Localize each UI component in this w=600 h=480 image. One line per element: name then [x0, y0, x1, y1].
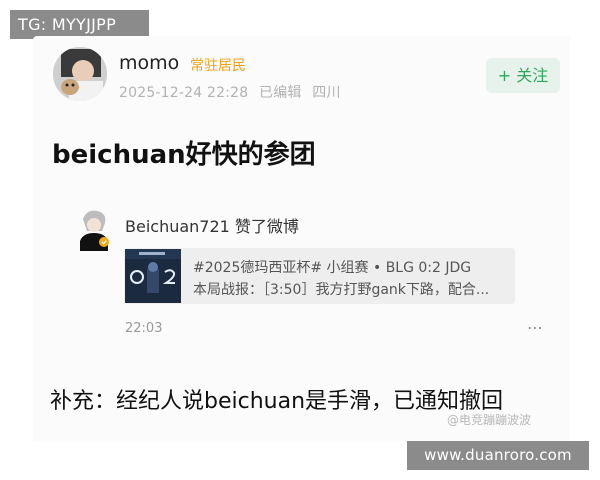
watermark-bottom: www.duanroro.com — [407, 441, 589, 470]
media-summary: 本局战报：［3:50］我方打野gank下路，配合... — [193, 282, 490, 298]
more-dots-icon[interactable]: ⋯ — [527, 318, 544, 337]
activity-time: 22:03 — [125, 321, 163, 336]
post-title: beichuan好快的参团 — [52, 140, 316, 170]
post-location: 四川 — [312, 85, 341, 101]
source-watermark: @电竞蹦蹦波波 — [447, 413, 532, 427]
user-avatar-image — [53, 47, 107, 101]
username[interactable]: momo — [119, 52, 179, 74]
user-badge: 常驻居民 — [190, 58, 246, 74]
activity-text[interactable]: Beichuan721 赞了微博 — [125, 213, 299, 237]
media-title: #2025德玛西亚杯# 小组赛 • BLG 0:2 JDG — [193, 260, 472, 276]
edited-label: 已编辑 — [259, 85, 302, 101]
activity-avatar[interactable] — [77, 207, 111, 251]
watermark-top: TG: MYYJJPP — [10, 10, 149, 39]
activity-avatar-image — [80, 210, 109, 251]
post-date: 2025-12-24 22:28 — [119, 85, 249, 101]
post-meta: 2025-12-24 22:28 已编辑 四川 — [119, 82, 347, 102]
user-avatar[interactable] — [53, 47, 107, 101]
page: TG: MYYJJPP momo 常驻居民 2025-12-24 22:28 已… — [0, 0, 600, 480]
follow-button[interactable]: + 关注 — [486, 58, 560, 93]
verified-badge-icon — [99, 237, 109, 247]
media-thumbnail[interactable] — [125, 249, 181, 303]
supplement-text: 补充：经纪人说beichuan是手滑，已通知撤回 — [50, 389, 504, 414]
media-thumbnail-image — [125, 249, 181, 303]
